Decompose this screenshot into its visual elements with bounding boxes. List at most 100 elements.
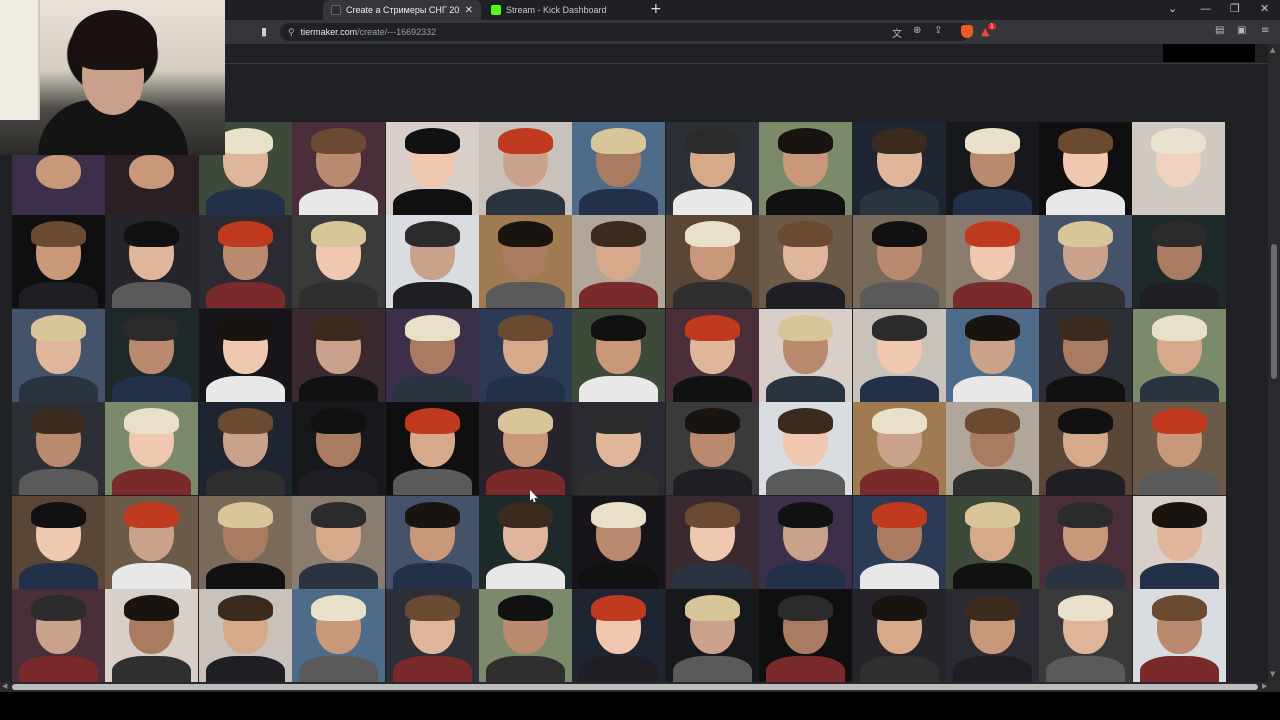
streamer-tile[interactable] [386,309,479,402]
brave-shield-icon[interactable] [961,25,973,38]
streamer-tile[interactable] [292,215,385,308]
streamer-tile[interactable] [1132,122,1225,215]
streamer-tile[interactable] [386,589,479,682]
streamer-tile[interactable] [1039,309,1132,402]
streamer-tile[interactable] [105,309,198,402]
streamer-tile[interactable] [666,402,759,495]
streamer-tile[interactable] [946,122,1039,215]
streamer-tile[interactable] [1133,496,1226,589]
horizontal-scroll-thumb[interactable] [12,684,1258,690]
site-info-icon[interactable]: ⚲ [288,27,295,38]
tab-tiermaker[interactable]: Create a Стримеры СНГ 2025 Tier ✕ [323,0,481,20]
streamer-tile[interactable] [479,589,572,682]
streamer-tile[interactable] [386,122,479,215]
share-icon[interactable]: ⇪ [934,25,942,36]
streamer-tile[interactable] [386,496,479,589]
brave-rewards-icon[interactable]: ▲ 1 [981,23,996,38]
minimize-icon[interactable]: — [1200,2,1211,15]
streamer-tile[interactable] [572,215,665,308]
scroll-up-icon[interactable]: ▲ [1270,46,1275,54]
horizontal-scrollbar[interactable]: ◀ ▶ [0,682,1280,692]
vertical-scroll-thumb[interactable] [1271,244,1277,379]
streamer-tile[interactable] [572,589,665,682]
streamer-tile[interactable] [1039,496,1132,589]
streamer-tile[interactable] [105,402,198,495]
restore-icon[interactable]: ❐ [1230,2,1240,15]
streamer-tile[interactable] [853,309,946,402]
streamer-tile[interactable] [666,215,759,308]
streamer-tile[interactable] [292,496,385,589]
streamer-tile[interactable] [572,402,665,495]
streamer-tile[interactable] [1133,215,1226,308]
streamer-tile[interactable] [105,589,198,682]
streamer-tile[interactable] [759,402,852,495]
scroll-down-icon[interactable]: ▼ [1270,670,1275,678]
streamer-tile[interactable] [292,589,385,682]
streamer-tile[interactable] [759,122,852,215]
streamer-tile[interactable] [12,589,105,682]
streamer-tile[interactable] [199,309,292,402]
streamer-tile[interactable] [1039,122,1132,215]
streamer-tile[interactable] [386,402,479,495]
streamer-tile[interactable] [666,122,759,215]
tab-kick-dashboard[interactable]: Stream - Kick Dashboard [483,0,641,20]
streamer-tile[interactable] [1039,215,1132,308]
streamer-tile[interactable] [292,402,385,495]
streamer-tile[interactable] [1133,589,1226,682]
streamer-tile[interactable] [12,155,105,215]
streamer-tile[interactable] [386,215,479,308]
streamer-tile[interactable] [946,402,1039,495]
bookmark-icon[interactable]: ▮ [261,25,267,38]
streamer-tile[interactable] [666,589,759,682]
new-tab-button[interactable]: + [650,1,662,17]
streamer-tile[interactable] [759,496,852,589]
streamer-tile[interactable] [759,309,852,402]
streamer-tile[interactable] [479,122,572,215]
vertical-scrollbar[interactable]: ▲ ▼ [1268,44,1280,682]
streamer-tile[interactable] [853,215,946,308]
streamer-tile[interactable] [479,496,572,589]
streamer-tile[interactable] [759,589,852,682]
streamer-tile[interactable] [572,309,665,402]
streamer-tile[interactable] [12,402,105,495]
streamer-tile[interactable] [572,122,665,215]
streamer-tile[interactable] [199,589,292,682]
streamer-tile[interactable] [199,215,292,308]
streamer-tile[interactable] [479,402,572,495]
streamer-tile[interactable] [853,122,946,215]
close-window-icon[interactable]: ✕ [1260,2,1269,15]
streamer-tile[interactable] [946,496,1039,589]
streamer-tile[interactable] [105,496,198,589]
streamer-tile[interactable] [105,215,198,308]
streamer-tile[interactable] [853,589,946,682]
sidebar-icon[interactable]: ▤ [1215,25,1224,36]
tab-search-chevron-icon[interactable]: ⌄ [1168,2,1177,15]
streamer-tile[interactable] [1133,309,1226,402]
header-dark-button[interactable] [1163,44,1255,62]
streamer-tile[interactable] [199,496,292,589]
scroll-right-icon[interactable]: ▶ [1262,682,1267,690]
menu-icon[interactable]: ≡ [1261,25,1269,36]
streamer-tile[interactable] [12,309,105,402]
streamer-tile[interactable] [479,309,572,402]
streamer-tile[interactable] [853,496,946,589]
streamer-tile[interactable] [12,496,105,589]
translate-icon[interactable]: 文 [892,25,902,40]
scroll-left-icon[interactable]: ◀ [2,682,7,690]
wallet-icon[interactable]: ▣ [1237,25,1246,36]
streamer-tile[interactable] [1039,402,1132,495]
streamer-tile[interactable] [105,155,198,215]
streamer-tile[interactable] [292,122,385,215]
streamer-tile[interactable] [946,215,1039,308]
url-field[interactable]: ⚲ tiermaker.com /create/---16692332 [280,23,970,41]
streamer-tile[interactable] [853,402,946,495]
streamer-tile[interactable] [946,589,1039,682]
streamer-tile[interactable] [12,215,105,308]
streamer-tile[interactable] [666,496,759,589]
streamer-tile[interactable] [946,309,1039,402]
streamer-tile[interactable] [292,309,385,402]
zoom-icon[interactable]: ⊕ [913,25,921,36]
streamer-tile[interactable] [479,215,572,308]
close-tab-icon[interactable]: ✕ [465,5,473,16]
streamer-tile[interactable] [666,309,759,402]
